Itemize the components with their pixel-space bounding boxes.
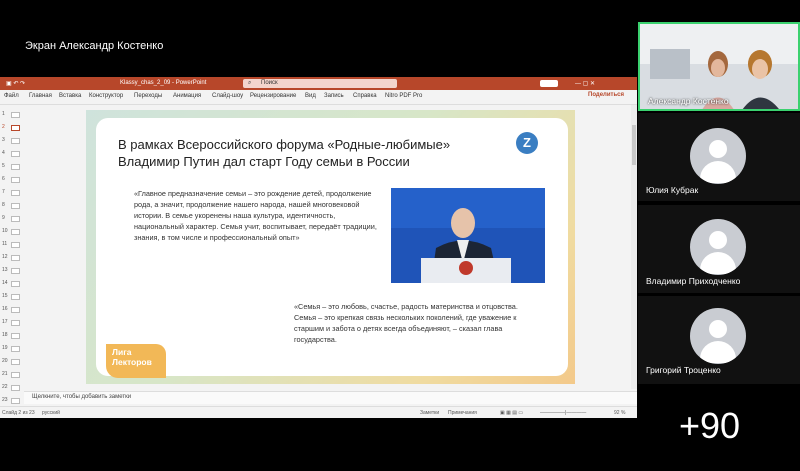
window-controls[interactable]: — ▢ ✕	[575, 80, 595, 87]
slide-thumb[interactable]: 22	[2, 384, 22, 392]
view-buttons[interactable]: ▣ ▦ ▤ ▭	[500, 410, 523, 416]
slide-thumb[interactable]: 11	[2, 241, 22, 249]
screen-share-label: Экран Александр Костенко	[25, 40, 164, 52]
slide-thumb[interactable]: 18	[2, 332, 22, 340]
notes-pane[interactable]: Щелкните, чтобы добавить заметки	[24, 391, 637, 404]
participant-name: Григорий Троценко	[646, 365, 721, 375]
slide-thumb[interactable]: 13	[2, 267, 22, 275]
slide-thumb[interactable]: 16	[2, 306, 22, 314]
tab-nitro[interactable]: Nitro PDF Pro	[385, 93, 422, 99]
slide-thumb[interactable]: 23	[2, 397, 22, 405]
slide-thumb[interactable]: 12	[2, 254, 22, 262]
participant-tile[interactable]: Григорий Троценко	[638, 296, 800, 384]
zoom-slider[interactable]: —————|————	[540, 410, 586, 416]
tab-home[interactable]: Главная	[29, 93, 52, 99]
slide-thumb[interactable]: 9	[2, 215, 22, 223]
slide-thumb[interactable]: 14	[2, 280, 22, 288]
powerpoint-titlebar: ▣ ↶ ↷ Klassy_chas_2_09 - PowerPoint ⌕ По…	[0, 77, 637, 90]
search-icon: ⌕	[248, 80, 252, 86]
account-badge[interactable]	[540, 80, 558, 87]
slide-thumb[interactable]: 7	[2, 189, 22, 197]
zoom-level[interactable]: 92 %	[614, 410, 625, 416]
tab-review[interactable]: Рецензирование	[250, 93, 296, 99]
more-participants-count[interactable]: +90	[679, 405, 740, 447]
notes-toggle[interactable]: Заметки	[420, 410, 439, 416]
slide-thumb[interactable]: 10	[2, 228, 22, 236]
slide-thumb[interactable]: 17	[2, 319, 22, 327]
slide-thumb[interactable]: 19	[2, 345, 22, 353]
tab-transitions[interactable]: Переходы	[134, 93, 162, 99]
share-button[interactable]: Поделиться	[588, 92, 624, 98]
z-logo-icon: Z	[516, 132, 538, 154]
comments-toggle[interactable]: Примечания	[448, 410, 477, 416]
participant-tile[interactable]: Владимир Приходченко	[638, 205, 800, 293]
slide-thumb[interactable]: 1	[2, 111, 22, 119]
tab-slideshow[interactable]: Слайд-шоу	[212, 93, 243, 99]
avatar-icon	[690, 128, 746, 184]
participant-name: Владимир Приходченко	[646, 276, 741, 286]
search-placeholder: Поиск	[261, 80, 278, 86]
participant-name: Юлия Кубрак	[646, 185, 699, 195]
avatar-icon	[690, 308, 746, 364]
tab-view[interactable]: Вид	[305, 93, 316, 99]
autosave-icon[interactable]: ▣ ↶ ↷	[6, 80, 25, 87]
tab-help[interactable]: Справка	[353, 93, 377, 99]
quote-2: «Семья – это любовь, счастье, радость ма…	[294, 302, 518, 344]
slide-title: В рамках Всероссийского форума «Родные-л…	[118, 137, 451, 169]
vertical-scrollbar[interactable]	[631, 105, 637, 389]
tab-animation[interactable]: Анимация	[173, 93, 201, 99]
speaker-photo	[391, 188, 545, 283]
status-bar: Слайд 2 из 23 русский Заметки Примечания…	[0, 406, 637, 418]
slide-thumb[interactable]: 21	[2, 371, 22, 379]
participant-video-tile[interactable]: Александр Костенко	[638, 22, 800, 111]
file-title: Klassy_chas_2_09 - PowerPoint	[120, 80, 207, 86]
slide-thumb[interactable]: 5	[2, 163, 22, 171]
slide-thumb[interactable]: 6	[2, 176, 22, 184]
tab-record[interactable]: Запись	[324, 93, 344, 99]
participant-tile[interactable]: Юлия Кубрак	[638, 113, 800, 201]
liga-badge: Лига Лекторов	[106, 344, 166, 378]
search-input[interactable]: ⌕ Поиск	[243, 79, 397, 88]
slide-thumb[interactable]: 4	[2, 150, 22, 158]
shared-screen: ▣ ↶ ↷ Klassy_chas_2_09 - PowerPoint ⌕ По…	[0, 77, 637, 418]
slide-thumbnails: 1 2 3 4 5 6 7 8 9 10 11 12 13 14 15 16 1…	[0, 105, 24, 405]
tab-design[interactable]: Конструктор	[89, 93, 123, 99]
status-language[interactable]: русский	[42, 410, 60, 416]
avatar-icon	[690, 219, 746, 275]
slide-thumb[interactable]: 20	[2, 358, 22, 366]
ribbon-tabs: Файл Главная Вставка Конструктор Переход…	[0, 90, 637, 105]
tab-file[interactable]: Файл	[4, 93, 19, 99]
status-slide: Слайд 2 из 23	[2, 410, 35, 416]
liga-label: Лига Лекторов	[112, 347, 152, 367]
notes-placeholder: Щелкните, чтобы добавить заметки	[32, 394, 132, 400]
slide-thumb-active[interactable]: 2	[2, 124, 22, 132]
slide-thumb[interactable]: 8	[2, 202, 22, 210]
slide-card: В рамках Всероссийского форума «Родные-л…	[96, 118, 568, 378]
slide-thumb[interactable]: 15	[2, 293, 22, 301]
tab-insert[interactable]: Вставка	[59, 93, 81, 99]
participant-name: Александр Костенко	[648, 96, 729, 106]
quote-1: «Главное предназначение семьи – это рожд…	[134, 189, 377, 242]
slide-thumb[interactable]: 3	[2, 137, 22, 145]
slide-canvas[interactable]: В рамках Всероссийского форума «Родные-л…	[86, 110, 575, 384]
